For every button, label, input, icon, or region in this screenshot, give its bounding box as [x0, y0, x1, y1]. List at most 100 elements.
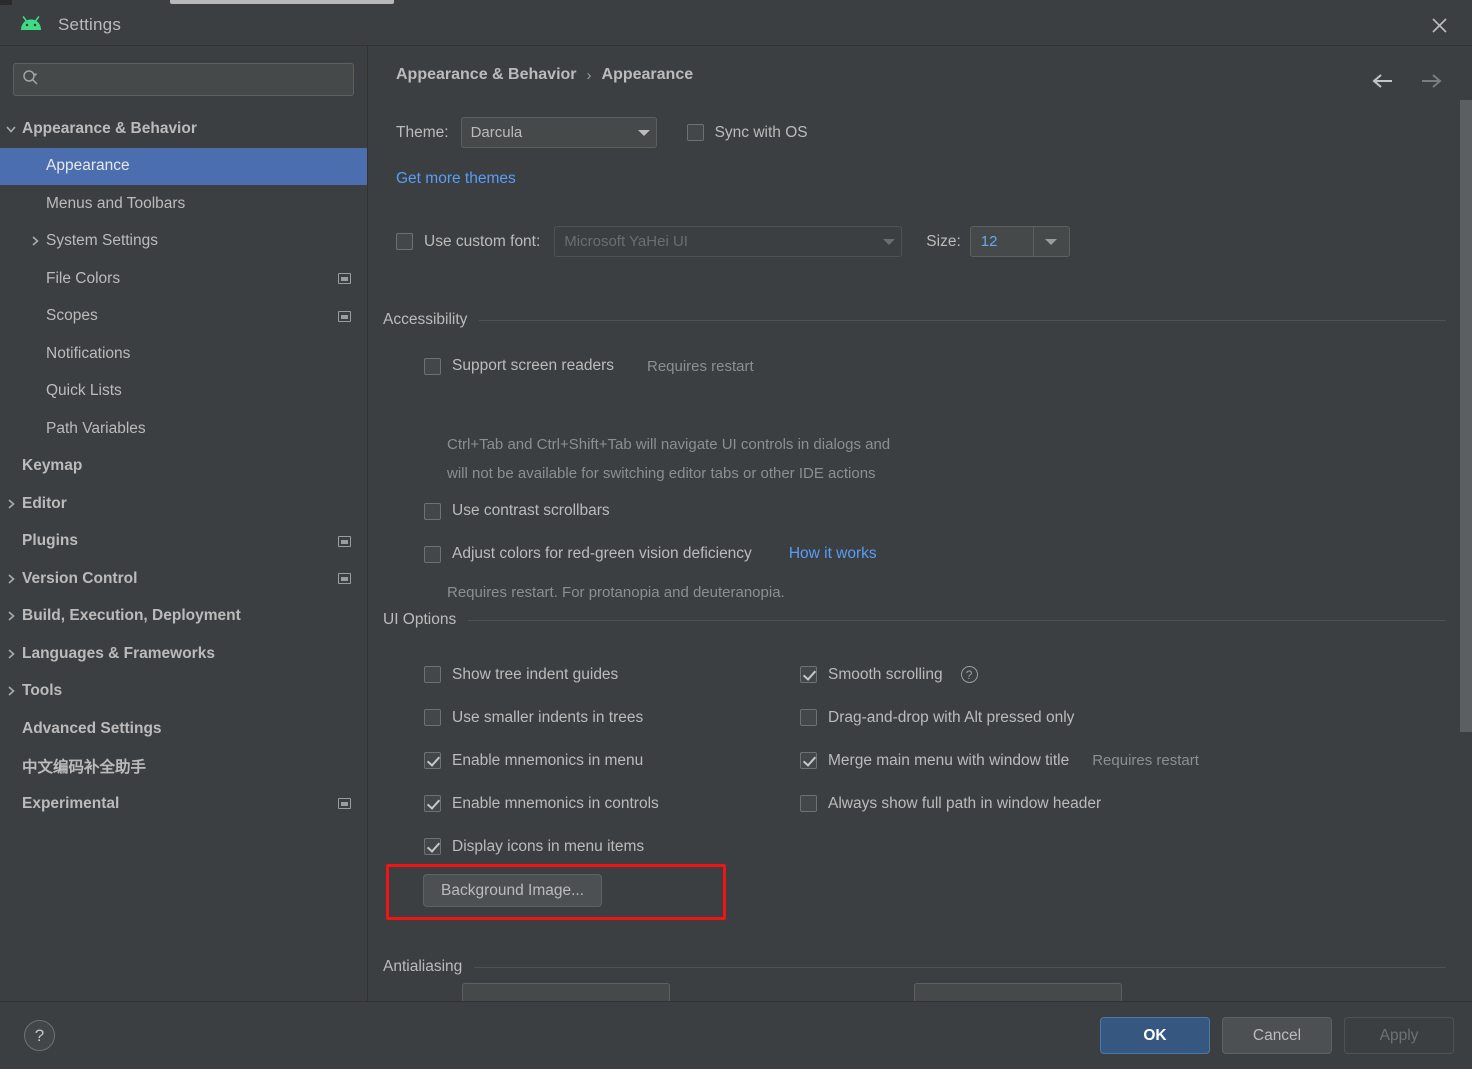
accessibility-section-header: Accessibility [383, 311, 1446, 329]
checkbox[interactable] [424, 752, 441, 769]
font-size-stepper[interactable]: 12 [969, 226, 1070, 257]
question-mark-icon[interactable]: ? [24, 1020, 55, 1051]
scrollbar-thumb[interactable] [1460, 100, 1472, 732]
chevron-right-icon[interactable] [0, 685, 22, 697]
cancel-button[interactable]: Cancel [1222, 1017, 1332, 1054]
sidebar-item-system-settings[interactable]: System Settings [0, 223, 367, 261]
chevron-right-icon[interactable] [0, 498, 22, 510]
antialiasing-ide-select[interactable] [462, 983, 670, 1001]
chevron-right-icon[interactable] [0, 648, 22, 660]
settings-content-panel: Appearance & Behavior › Appearance Theme… [369, 46, 1472, 1001]
font-size-value[interactable]: 12 [971, 233, 1033, 250]
sidebar-item-plugins[interactable]: Plugins [0, 523, 367, 561]
checkbox[interactable] [424, 666, 441, 683]
sidebar-item-file-colors[interactable]: File Colors [0, 260, 367, 298]
sidebar-item-label: Keymap [22, 457, 83, 475]
checkbox[interactable] [800, 709, 817, 726]
checkbox[interactable] [800, 795, 817, 812]
help-icon[interactable]: ? [960, 666, 978, 683]
sidebar-item-version-control[interactable]: Version Control [0, 560, 367, 598]
checkbox[interactable] [424, 795, 441, 812]
sidebar-item-experimental[interactable]: Experimental [0, 785, 367, 823]
chevron-right-icon[interactable] [0, 610, 22, 622]
search-input[interactable] [45, 70, 345, 89]
sidebar-item-editor[interactable]: Editor [0, 485, 367, 523]
checkbox[interactable] [424, 709, 441, 726]
ok-button[interactable]: OK [1100, 1017, 1210, 1054]
use-custom-font-checkbox[interactable] [396, 233, 413, 250]
theme-select[interactable]: Darcula [460, 117, 657, 148]
support-screen-readers-checkbox[interactable] [424, 357, 441, 375]
theme-label: Theme: [396, 123, 449, 141]
antialiasing-editor-select[interactable] [914, 983, 1122, 1001]
search-field[interactable] [13, 63, 354, 96]
sidebar-item-path-variables[interactable]: Path Variables [0, 410, 367, 448]
sidebar-item-languages-frameworks[interactable]: Languages & Frameworks [0, 635, 367, 673]
breadcrumb: Appearance & Behavior › Appearance [396, 66, 693, 84]
checkbox-label: Enable mnemonics in menu [452, 751, 644, 769]
ui-option-use-smaller-indents-in-trees-row[interactable]: Use smaller indents in trees [424, 696, 659, 739]
ui-option-display-icons-in-menu-items-row[interactable]: Display icons in menu items [424, 825, 659, 868]
sidebar-item-build-execution-deployment[interactable]: Build, Execution, Deployment [0, 598, 367, 636]
use-custom-font-row[interactable]: Use custom font: [396, 233, 540, 251]
adjust-colors-row[interactable]: Adjust colors for red-green vision defic… [424, 545, 877, 563]
sidebar-item-appearance[interactable]: Appearance [0, 147, 367, 185]
sidebar-item-label: Notifications [46, 344, 131, 362]
breadcrumb-parent[interactable]: Appearance & Behavior [396, 66, 577, 84]
ui-option-enable-mnemonics-in-controls-row[interactable]: Enable mnemonics in controls [424, 782, 659, 825]
checkbox-label: Merge main menu with window title [828, 751, 1070, 769]
checkbox[interactable] [800, 666, 817, 683]
contrast-scrollbars-checkbox[interactable] [424, 502, 441, 520]
arrow-right-icon[interactable] [1418, 68, 1444, 94]
ui-option-smooth-scrolling-row[interactable]: Smooth scrolling? [800, 653, 1199, 696]
screen-readers-description-line2: will not be available for switching edit… [447, 465, 876, 482]
checkbox[interactable] [424, 838, 441, 855]
ui-option-enable-mnemonics-in-menu-row[interactable]: Enable mnemonics in menu [424, 739, 659, 782]
sidebar-item-appearance-behavior[interactable]: Appearance & Behavior [0, 110, 367, 148]
ui-option-always-show-full-path-in-window-header-row[interactable]: Always show full path in window header [800, 782, 1199, 825]
chevron-down-icon[interactable] [0, 123, 22, 135]
font-size-dropdown-button[interactable] [1032, 227, 1069, 256]
sidebar-item-notifications[interactable]: Notifications [0, 335, 367, 373]
checkbox[interactable] [800, 752, 817, 769]
checkbox-label: Drag-and-drop with Alt pressed only [828, 708, 1075, 726]
dialog-footer: ? OK Cancel Apply [0, 1001, 1472, 1069]
section-divider [468, 619, 1446, 621]
adjust-colors-checkbox[interactable] [424, 545, 441, 563]
get-more-themes-link[interactable]: Get more themes [396, 170, 516, 188]
sidebar-item-tools[interactable]: Tools [0, 673, 367, 711]
checkbox-label: Enable mnemonics in controls [452, 794, 659, 812]
sidebar-item-quick-lists[interactable]: Quick Lists [0, 373, 367, 411]
sidebar-item-advanced-settings[interactable]: Advanced Settings [0, 710, 367, 748]
sync-with-os-row[interactable]: Sync with OS [686, 124, 808, 142]
contrast-scrollbars-row[interactable]: Use contrast scrollbars [424, 502, 610, 520]
accessibility-section-title: Accessibility [383, 311, 468, 328]
ui-option-merge-main-menu-with-window-title-row[interactable]: Merge main menu with window title Require… [800, 739, 1199, 782]
sidebar-item-label: Appearance [46, 157, 130, 175]
sidebar-item-label: Scopes [46, 307, 98, 325]
sidebar-item-menus-and-toolbars[interactable]: Menus and Toolbars [0, 185, 367, 223]
close-icon[interactable] [1424, 10, 1454, 40]
theme-row: Theme: Darcula Sync with OS [396, 117, 808, 148]
ui-option-drag-and-drop-with-alt-pressed-only-row[interactable]: Drag-and-drop with Alt pressed only [800, 696, 1199, 739]
sidebar-item-scopes[interactable]: Scopes [0, 298, 367, 336]
content-scrollbar[interactable] [1452, 46, 1472, 1001]
requires-restart-note: Requires restart [646, 357, 754, 375]
chevron-right-icon[interactable] [24, 235, 46, 247]
sidebar-item-label: Version Control [22, 569, 138, 587]
chevron-right-icon[interactable] [0, 573, 22, 585]
chevron-down-icon [1045, 238, 1058, 245]
sidebar-item-[interactable]: 中文编码补全助手 [0, 748, 367, 786]
apply-button[interactable]: Apply [1344, 1017, 1454, 1054]
sidebar-item-label: Quick Lists [46, 382, 122, 400]
search-icon [22, 69, 39, 91]
how-it-works-link[interactable]: How it works [789, 545, 877, 563]
background-image-button[interactable]: Background Image... [423, 874, 603, 907]
custom-font-select[interactable]: Microsoft YaHei UI [554, 226, 903, 257]
ui-option-show-tree-indent-guides-row[interactable]: Show tree indent guides [424, 653, 659, 696]
support-screen-readers-row[interactable]: Support screen readers Requires restart [424, 357, 754, 375]
chevron-down-icon [637, 129, 650, 136]
sync-with-os-checkbox[interactable] [686, 124, 704, 141]
arrow-left-icon[interactable] [1370, 68, 1396, 94]
sidebar-item-keymap[interactable]: Keymap [0, 448, 367, 486]
